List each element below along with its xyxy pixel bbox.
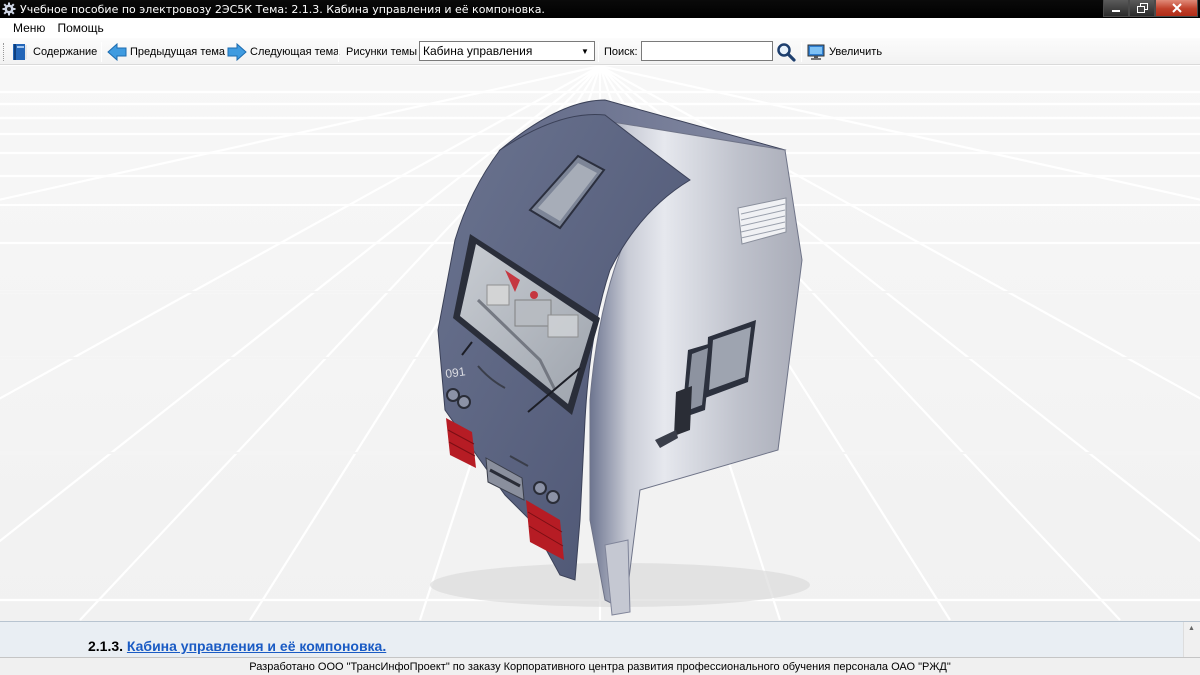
toolbar: Содержание Предыдущая тема Следующая тем… (0, 38, 1200, 65)
minimize-button[interactable] (1103, 0, 1129, 17)
topic-panel: 2.1.3. Кабина управления и её компоновка… (0, 621, 1200, 658)
topic-scrollbar[interactable]: ▲ (1183, 622, 1200, 658)
figures-label: Рисунки темы (346, 45, 418, 58)
restore-button[interactable] (1129, 0, 1155, 17)
chevron-down-icon[interactable]: ▼ (577, 43, 593, 59)
contents-label: Содержание (33, 45, 98, 58)
toolbar-separator (598, 42, 599, 62)
search-button[interactable] (776, 38, 796, 65)
prev-topic-label: Предыдущая тема (130, 45, 226, 58)
scroll-up-icon[interactable]: ▲ (1188, 625, 1195, 632)
next-topic-label: Следующая тема (250, 45, 340, 58)
next-topic-button[interactable]: Следующая тема (227, 38, 339, 65)
menu-item-menu[interactable]: Меню (0, 21, 53, 35)
status-bar: Разработано ООО "ТрансИнфоПроект" по зак… (0, 657, 1200, 675)
figures-select[interactable]: Кабина управления ▼ (419, 41, 595, 61)
zoom-label: Увеличить (829, 45, 883, 58)
monitor-icon (807, 44, 825, 60)
title-bar: Учебное пособие по электровозу 2ЭС5К Тем… (0, 0, 1200, 18)
prev-topic-button[interactable]: Предыдущая тема (107, 38, 225, 65)
menu-item-help[interactable]: Помощь (53, 21, 111, 35)
toolbar-separator (338, 42, 339, 62)
figures-selected-value: Кабина управления (423, 44, 533, 58)
toolbar-separator (101, 42, 102, 62)
arrow-left-icon (107, 42, 127, 61)
toolbar-grip[interactable] (3, 43, 5, 61)
arrow-right-icon (227, 42, 247, 61)
search-label: Поиск: (604, 45, 638, 58)
book-icon (13, 43, 27, 60)
model-viewport[interactable]: 091 (0, 66, 1200, 621)
gear-icon (2, 2, 16, 16)
restore-icon (1136, 3, 1148, 13)
status-text: Разработано ООО "ТрансИнфоПроект" по зак… (249, 660, 951, 673)
close-icon (1171, 3, 1182, 13)
topic-number: 2.1.3. (88, 638, 124, 654)
minimize-icon (1112, 10, 1120, 12)
topic-heading: 2.1.3. Кабина управления и её компоновка… (88, 638, 386, 654)
menu-bar: Меню Помощь (0, 18, 1200, 38)
window-title: Учебное пособие по электровозу 2ЭС5К Тем… (20, 2, 545, 16)
search-input[interactable] (641, 41, 773, 61)
window-controls (1103, 0, 1198, 17)
zoom-button[interactable]: Увеличить (807, 38, 882, 65)
topic-title-link[interactable]: Кабина управления и её компоновка. (127, 638, 386, 654)
cab-number-label: 091 (444, 364, 466, 381)
cab-3d-scene: 091 (0, 66, 1200, 621)
toolbar-separator (801, 42, 802, 62)
contents-button[interactable]: Содержание (11, 38, 97, 65)
search-icon (777, 42, 796, 62)
close-button[interactable] (1155, 0, 1198, 17)
